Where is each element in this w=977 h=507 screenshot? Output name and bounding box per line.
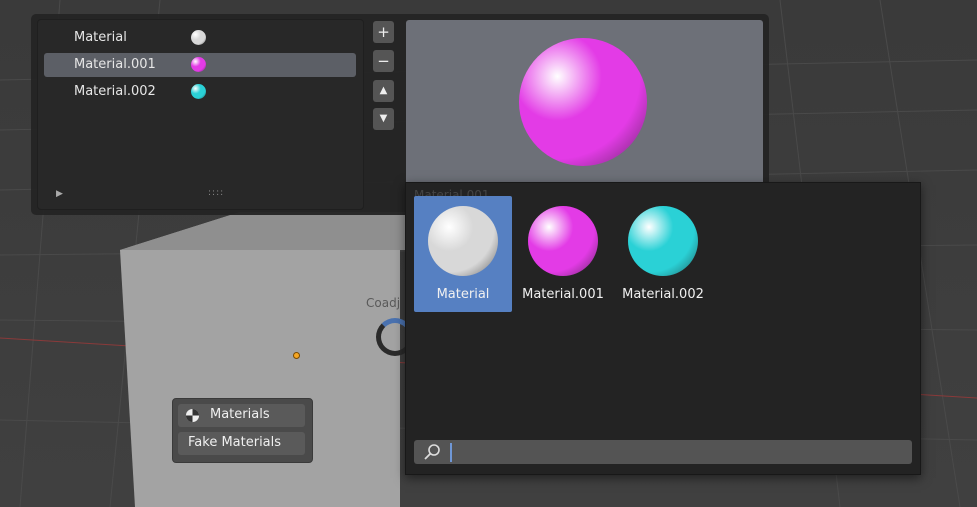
material-type-menu: Materials Fake Materials [172, 398, 313, 463]
material-preview [406, 20, 763, 195]
material-tile[interactable]: Material [414, 196, 512, 312]
slot-label: Material [74, 30, 127, 45]
remove-slot-button[interactable]: − [373, 50, 394, 72]
move-up-button[interactable]: ▲ [373, 80, 394, 102]
material-tile[interactable]: Material.001 [514, 196, 612, 312]
menu-item-label: Fake Materials [188, 435, 282, 450]
slot-row-material[interactable]: Material [44, 26, 356, 50]
slot-row-material-001[interactable]: Material.001 [44, 53, 356, 77]
add-slot-button[interactable]: + [373, 21, 394, 43]
slot-row-material-002[interactable]: Material.002 [44, 80, 356, 104]
cube-top-face [120, 212, 405, 250]
resize-grip-icon[interactable]: :::: [208, 188, 224, 198]
menu-item-label: Materials [210, 407, 270, 422]
text-caret [450, 443, 452, 462]
expand-icon[interactable]: ▶ [56, 189, 63, 199]
preview-sphere [519, 38, 647, 166]
tile-label: Material.001 [522, 287, 604, 302]
search-bar[interactable] [414, 440, 912, 464]
slot-label: Material.002 [74, 84, 156, 99]
slot-label: Material.001 [74, 57, 156, 72]
material-preview-icon [191, 84, 206, 99]
material-tile[interactable]: Material.002 [614, 196, 712, 312]
material-preview-icon [191, 57, 206, 72]
material-browser-popup: Material.001 Material Material.001 Mater… [405, 182, 921, 475]
move-down-button[interactable]: ▼ [373, 108, 394, 130]
menu-item-materials[interactable]: Materials [178, 404, 305, 427]
object-origin[interactable] [293, 352, 300, 359]
material-thumbnail [528, 206, 598, 276]
tile-label: Material.002 [622, 287, 704, 302]
material-thumbnail [428, 206, 498, 276]
material-slot-list[interactable]: Material Material.001 Material.002 ▶ :::… [37, 19, 364, 210]
ghost-label: Coadj [366, 296, 401, 310]
menu-item-fake-materials[interactable]: Fake Materials [178, 432, 305, 455]
material-sphere-icon [185, 408, 200, 423]
material-preview-icon [191, 30, 206, 45]
search-icon [424, 444, 440, 460]
tile-label: Material [436, 287, 490, 302]
material-thumbnail [628, 206, 698, 276]
